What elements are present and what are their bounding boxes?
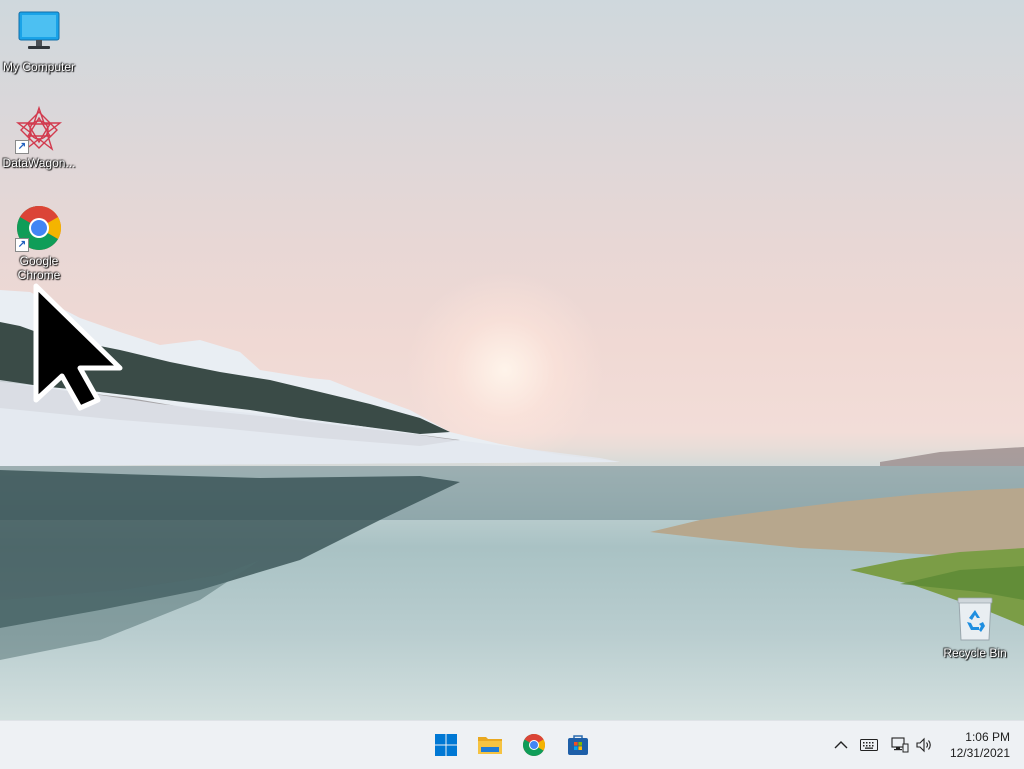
datawagon-icon: ↗ — [15, 105, 63, 154]
network-button[interactable] — [888, 721, 912, 769]
windows-start-icon — [435, 734, 457, 756]
store-icon — [568, 735, 588, 755]
desktop-icon-label: DataWagon... — [2, 156, 76, 170]
network-icon — [891, 737, 909, 753]
shortcut-arrow-icon: ↗ — [15, 140, 29, 154]
input-indicator-button[interactable] — [856, 721, 882, 769]
computer-icon — [15, 10, 63, 58]
clock-date: 12/31/2021 — [949, 746, 1010, 760]
keyboard-icon — [860, 739, 878, 751]
show-hidden-icons-button[interactable] — [830, 721, 852, 769]
desktop-icon-datawagon[interactable]: ↗ DataWagon... — [1, 105, 77, 170]
desktop-icon-label: Google Chrome — [17, 254, 61, 282]
desktop[interactable]: My Computer ↗ DataWagon... ↗ Google Chro… — [0, 0, 1024, 720]
start-button[interactable] — [430, 729, 462, 761]
taskbar-chrome-button[interactable] — [518, 729, 550, 761]
chrome-icon: ↗ — [15, 204, 63, 252]
desktop-icon-label: My Computer — [2, 60, 76, 74]
desktop-icon-recycle-bin[interactable]: Recycle Bin — [937, 596, 1013, 660]
volume-icon — [916, 737, 931, 753]
taskbar-store-button[interactable] — [562, 729, 594, 761]
chrome-icon — [523, 734, 545, 756]
volume-button[interactable] — [912, 721, 936, 769]
desktop-icon-my-computer[interactable]: My Computer — [1, 10, 77, 74]
wallpaper-scenery — [0, 290, 1024, 660]
clock-button[interactable]: 1:06 PM 12/31/2021 — [950, 729, 1010, 761]
desktop-icon-label: Recycle Bin — [943, 646, 1007, 660]
taskbar-file-explorer-button[interactable] — [474, 729, 506, 761]
shortcut-arrow-icon: ↗ — [15, 238, 29, 252]
file-explorer-icon — [478, 737, 502, 754]
chevron-up-icon — [834, 741, 848, 749]
desktop-icon-google-chrome[interactable]: ↗ Google Chrome — [1, 204, 77, 282]
taskbar: 1:06 PM 12/31/2021 — [0, 720, 1024, 769]
recycle-bin-icon — [951, 596, 999, 644]
clock-time: 1:06 PM — [965, 730, 1010, 744]
